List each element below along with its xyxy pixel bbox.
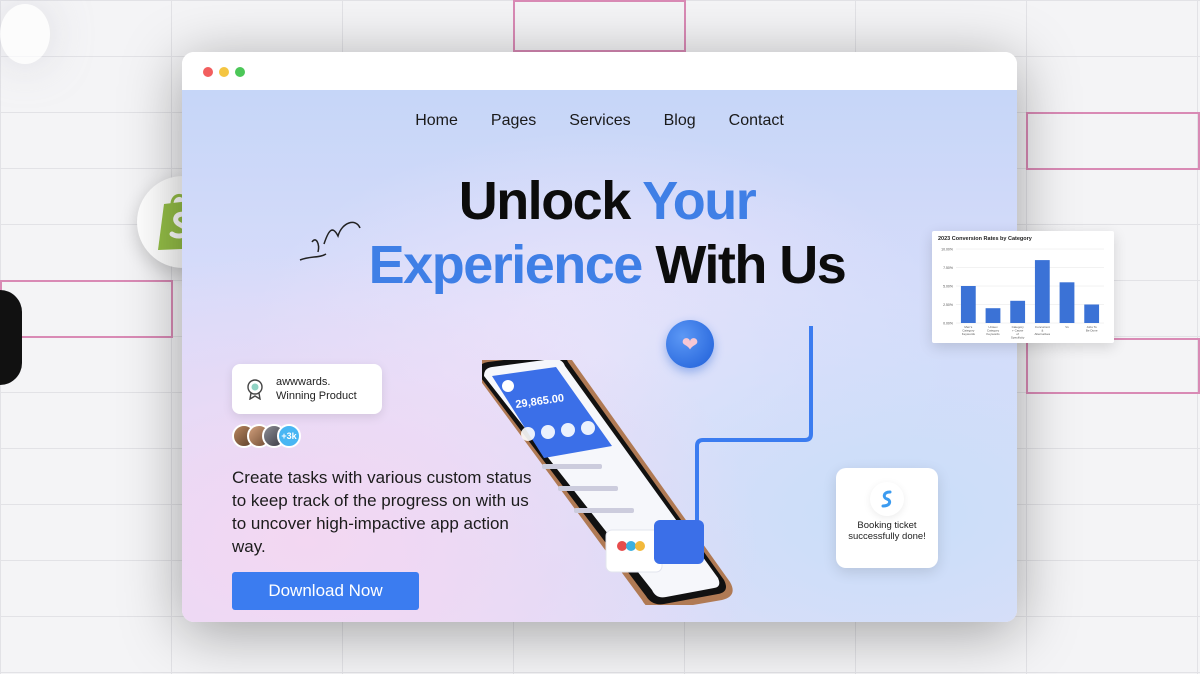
chart-ytick-label: 5.00% bbox=[943, 285, 953, 289]
hero-word-experience: Experience bbox=[368, 235, 644, 295]
conversion-bar-chart: 0.00% 2.50% 5.00% 7.50% 10.00% Men's Category K… bbox=[941, 248, 1104, 340]
main-nav: Home Pages Services Blog Contact bbox=[182, 112, 1017, 130]
decor-frame bbox=[1026, 112, 1200, 170]
decor-blob bbox=[0, 290, 22, 385]
chart-xtick-label: Jobs To Be Done bbox=[1086, 325, 1098, 333]
close-window-button[interactable] bbox=[203, 67, 213, 77]
chart-ytick-label: 10.00% bbox=[941, 248, 953, 252]
chart-bar bbox=[985, 308, 1001, 323]
award-title: Winning Product bbox=[276, 390, 357, 402]
hero-word-with-us: With Us bbox=[655, 235, 847, 295]
phone-list-row bbox=[542, 464, 602, 469]
phone-action-button bbox=[561, 423, 575, 437]
chart-xtick-label: Concurrent & Alternatives bbox=[1034, 325, 1050, 336]
decor-frame bbox=[1026, 338, 1200, 394]
chart-bar bbox=[1010, 300, 1026, 323]
avatar-count-badge: +3k bbox=[277, 424, 301, 448]
maximize-window-button[interactable] bbox=[235, 67, 245, 77]
hero-heading-line1: Unlock Your bbox=[182, 170, 1017, 232]
download-now-button[interactable]: Download Now bbox=[232, 572, 419, 610]
phone-list-row bbox=[558, 486, 618, 491]
chart-xtick-label: Vs bbox=[1065, 325, 1069, 329]
chart-xtick-label: Men's Category Keywords bbox=[962, 325, 976, 336]
nav-services[interactable]: Services bbox=[569, 112, 630, 130]
phone-action-button bbox=[521, 427, 535, 441]
decor-frame bbox=[513, 0, 686, 52]
chart-bar bbox=[1084, 304, 1100, 323]
chart-xtick-label: Category + Cause of Specificity bbox=[1011, 325, 1025, 340]
conversion-chart-card: 2023 Conversion Rates by Category 0.00% 2… bbox=[932, 231, 1114, 343]
phone-action-button bbox=[581, 421, 595, 435]
nav-blog[interactable]: Blog bbox=[664, 112, 696, 130]
phone-list-row bbox=[574, 508, 634, 513]
minimize-window-button[interactable] bbox=[219, 67, 229, 77]
user-avatars: +3k bbox=[232, 424, 301, 448]
browser-window: Home Pages Services Blog Contact Unlock … bbox=[182, 52, 1017, 622]
phone-action-button bbox=[541, 425, 555, 439]
phone-card-highlight bbox=[654, 520, 704, 564]
phone-avatar bbox=[617, 541, 627, 551]
phone-app-logo bbox=[502, 380, 514, 392]
chart-title: 2023 Conversion Rates by Category bbox=[938, 236, 1032, 242]
chart-ytick-label: 2.50% bbox=[943, 303, 953, 307]
nav-contact[interactable]: Contact bbox=[729, 112, 784, 130]
decor-frame bbox=[0, 280, 173, 338]
nav-pages[interactable]: Pages bbox=[491, 112, 536, 130]
phone-avatar bbox=[635, 541, 645, 551]
phone-mockup: 29,865.00 bbox=[482, 360, 733, 605]
chart-bar bbox=[1059, 282, 1075, 323]
chart-ytick-label: 7.50% bbox=[943, 266, 953, 270]
chart-bar bbox=[960, 286, 976, 323]
decor-circle bbox=[0, 4, 50, 64]
app-logo-icon bbox=[870, 482, 904, 516]
award-brand: awwwards. bbox=[276, 376, 331, 388]
booking-message: Booking ticket successfully done! bbox=[848, 520, 926, 542]
award-badge: awwwards. Winning Product bbox=[232, 364, 382, 414]
phone-avatar bbox=[626, 541, 636, 551]
chart-ytick-label: 0.00% bbox=[943, 322, 953, 326]
browser-titlebar bbox=[182, 52, 1017, 90]
chart-xtick-label: Unisex Category Keywords bbox=[986, 325, 1000, 336]
chart-bar bbox=[1034, 260, 1050, 323]
hero-heading-line2: Experience With Us bbox=[182, 234, 1017, 296]
award-medal-icon bbox=[247, 379, 263, 400]
hero-word-unlock: Unlock bbox=[458, 171, 632, 231]
booking-notification: Booking ticket successfully done! bbox=[836, 468, 938, 568]
nav-home[interactable]: Home bbox=[415, 112, 458, 130]
landing-page: Home Pages Services Blog Contact Unlock … bbox=[182, 90, 1017, 622]
hero-word-your: Your bbox=[642, 171, 757, 231]
phone-card bbox=[605, 529, 663, 573]
